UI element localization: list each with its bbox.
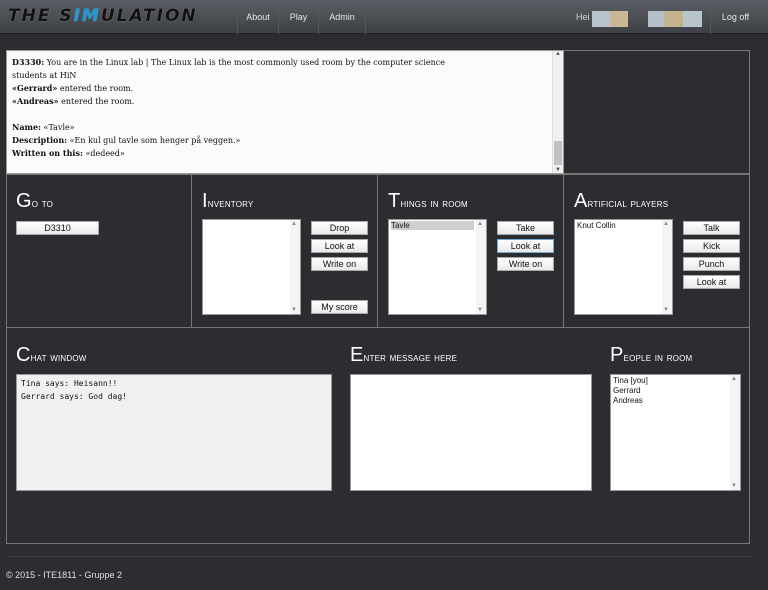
brand-logo[interactable]: THE SIMULATION [8, 6, 232, 30]
scroll-up-icon[interactable]: ▲ [477, 221, 483, 227]
goto-d3310-button[interactable]: D3310 [16, 221, 99, 235]
empty-side-panel [564, 50, 750, 174]
people-title: People in room [610, 344, 693, 366]
scroll-up-icon[interactable]: ▲ [291, 221, 297, 227]
footer-text: © 2015 - ITE1811 - Gruppe 2 [6, 570, 123, 580]
log-line: «Andreas» entered the room. [12, 96, 135, 106]
message-input[interactable] [350, 374, 592, 491]
chat-window[interactable]: Tina says: Heisann!! Gerrard says: God d… [16, 374, 332, 491]
log-line: students at HiN [12, 71, 77, 80]
people-list[interactable]: Tina [you] Gerrard Andreas ▲ ▼ [610, 374, 741, 491]
inventory-title: Inventory [202, 190, 254, 212]
goto-title: Go to [16, 190, 54, 212]
scroll-up-icon[interactable]: ▲ [663, 221, 669, 227]
log-line: Description: «En kul gul tavle som henge… [12, 135, 241, 145]
ai-players-title: Artificial players [574, 190, 669, 212]
inventory-write-on-button[interactable]: Write on [311, 257, 368, 271]
ai-players-scrollbar[interactable]: ▲ ▼ [662, 220, 672, 314]
my-score-button[interactable]: My score [311, 300, 368, 314]
log-line: Written on this: «dedeed» [12, 148, 125, 158]
user-avatar [592, 11, 628, 27]
drop-button[interactable]: Drop [311, 221, 368, 235]
room-log[interactable]: D3330: You are in the Linux lab | The Li… [6, 50, 564, 174]
footer-divider [6, 556, 750, 557]
things-look-at-button[interactable]: Look at [497, 239, 554, 253]
user-name-redacted [648, 11, 702, 27]
chat-line: Tina says: Heisann!! [21, 379, 118, 388]
inventory-scrollbar[interactable]: ▲ ▼ [290, 220, 300, 314]
ai-players-list[interactable]: Knut Collin ▲ ▼ [574, 219, 673, 315]
brand-prefix: THE S [8, 6, 74, 26]
chat-line: Gerrard says: God dag! [21, 392, 127, 401]
greeting-text: Hei [576, 12, 590, 22]
kick-button[interactable]: Kick [683, 239, 740, 253]
inventory-look-at-button[interactable]: Look at [311, 239, 368, 253]
log-line: «Gerrard» entered the room. [12, 83, 134, 93]
scroll-down-icon[interactable]: ▼ [663, 307, 669, 313]
list-item[interactable]: Gerrard [613, 386, 641, 395]
scroll-thumb[interactable] [554, 141, 562, 165]
nav-about-link[interactable]: About [237, 0, 278, 34]
things-scrollbar[interactable]: ▲ ▼ [476, 220, 486, 314]
list-item[interactable]: Andreas [613, 396, 643, 405]
chat-title: Chat window [16, 344, 87, 366]
ai-look-at-button[interactable]: Look at [683, 275, 740, 289]
things-write-on-button[interactable]: Write on [497, 257, 554, 271]
talk-button[interactable]: Talk [683, 221, 740, 235]
list-item[interactable]: Tina [you] [613, 376, 648, 385]
scroll-up-icon[interactable]: ▲ [731, 376, 737, 382]
log-scrollbar[interactable]: ▲ ▼ [552, 51, 563, 173]
scroll-down-icon[interactable]: ▼ [553, 167, 563, 173]
things-title: Things in room [388, 190, 468, 212]
message-title: Enter message here [350, 344, 458, 366]
logoff-link[interactable]: Log off [710, 0, 760, 34]
scroll-down-icon[interactable]: ▼ [477, 307, 483, 313]
list-item[interactable]: Tavle [391, 221, 474, 230]
people-scrollbar[interactable]: ▲ ▼ [730, 375, 740, 490]
log-line: Name: «Tavle» [12, 122, 75, 132]
scroll-down-icon[interactable]: ▼ [731, 483, 737, 489]
things-list[interactable]: Tavle ▲ ▼ [388, 219, 487, 315]
brand-suffix: ULATION [100, 6, 198, 26]
log-line: D3330: You are in the Linux lab | The Li… [12, 57, 445, 67]
list-item[interactable]: Knut Collin [577, 221, 616, 230]
nav-play-link[interactable]: Play [278, 0, 318, 34]
inventory-list[interactable]: ▲ ▼ [202, 219, 301, 315]
take-button[interactable]: Take [497, 221, 554, 235]
brand-accent: IM [73, 6, 101, 26]
scroll-down-icon[interactable]: ▼ [291, 307, 297, 313]
navbar: THE SIMULATION About Play Admin Hei Log … [0, 0, 768, 34]
punch-button[interactable]: Punch [683, 257, 740, 271]
nav-admin-link[interactable]: Admin [318, 0, 366, 34]
scroll-up-icon[interactable]: ▲ [553, 51, 563, 57]
